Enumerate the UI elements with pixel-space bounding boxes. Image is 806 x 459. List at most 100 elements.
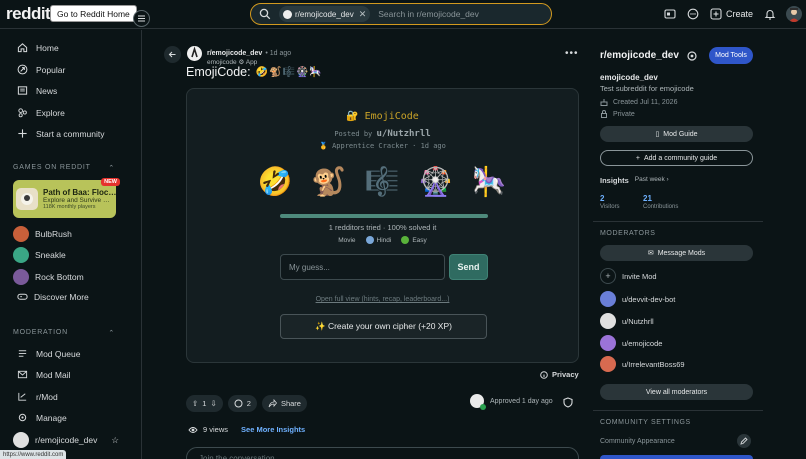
search-input[interactable]: Search in r/emojicode_dev — [378, 9, 479, 19]
mod-avatar — [600, 356, 616, 372]
views-row: 9 views See More Insights — [188, 425, 305, 434]
clue-emoji: 🎡 — [418, 166, 453, 197]
comments-button[interactable]: 2 — [227, 394, 257, 412]
post-title-text: EmojiCode: — [186, 65, 251, 79]
create-cipher-button[interactable]: ✨ Create your own cipher (+20 XP) — [280, 314, 487, 339]
nav-item-mod-queue[interactable]: Mod Queue — [17, 348, 80, 359]
feed-icon — [18, 392, 27, 401]
tag-row: Movie Hindi Easy — [187, 236, 578, 244]
visibility-label: Private — [613, 110, 635, 118]
message-mods-button[interactable]: ✉ Message Mods — [600, 245, 753, 261]
pencil-icon[interactable] — [737, 434, 751, 448]
user-avatar[interactable] — [786, 6, 802, 22]
collapse-sidebar-button[interactable] — [133, 10, 150, 27]
explore-icon — [18, 108, 27, 118]
mod-guide-button[interactable]: ▯ Mod Guide — [600, 126, 753, 142]
star-icon[interactable]: ☆ — [111, 435, 119, 446]
posted-by-user[interactable]: u/Nutzhrll — [376, 129, 430, 139]
mod-tools-button[interactable]: Mod Tools — [709, 47, 753, 64]
game-item-sneakle[interactable]: Sneakle — [13, 247, 66, 263]
game-title: Path of Baa: Floc… — [43, 187, 116, 197]
nav-item-news[interactable]: News — [17, 85, 57, 96]
add-community-guide-button[interactable]: + Add a community guide — [600, 150, 753, 166]
shield-icon[interactable] — [563, 394, 575, 410]
book-icon: ▯ — [655, 131, 660, 138]
clue-emoji: 🎠 — [471, 166, 507, 197]
moderator-item[interactable]: u/emojicode — [600, 335, 662, 351]
games-section-header[interactable]: GAMES ON REDDIT ⌃ — [13, 164, 115, 172]
queue-icon — [18, 350, 27, 357]
nav-item-manage[interactable]: Manage — [17, 412, 67, 423]
post-subreddit[interactable]: r/emojicode_dev — [207, 50, 262, 57]
mod-name: u/emojicode — [622, 338, 663, 348]
nav-item-subreddit[interactable]: r/emojicode_dev ☆ — [13, 432, 119, 448]
see-more-insights-link[interactable]: See More Insights — [241, 425, 305, 434]
moderator-item[interactable]: u/devvit-dev-bot — [600, 291, 675, 307]
sidebar-title[interactable]: r/emojicode_dev — [600, 50, 679, 61]
guess-input[interactable]: My guess... — [280, 254, 445, 280]
visitors-label: Visitors — [600, 203, 620, 210]
nav-item-r-mod[interactable]: r/Mod — [17, 391, 58, 402]
open-full-view-link[interactable]: Open full view (hints, recap, leaderboar… — [187, 296, 578, 303]
clue-emoji: 🐒 — [311, 166, 346, 197]
view-all-moderators-button[interactable]: View all moderators — [600, 384, 753, 400]
community-name: emojicode_dev — [600, 73, 658, 82]
nav-label: Explore — [36, 107, 65, 118]
create-button[interactable]: Create — [710, 8, 753, 20]
settings-button-partial[interactable] — [600, 455, 753, 459]
new-badge: NEW — [101, 178, 120, 186]
close-icon[interactable]: ✕ — [359, 9, 367, 20]
more-options-icon[interactable]: ••• — [565, 48, 579, 59]
subreddit-avatar-icon — [283, 9, 292, 19]
moderation-section-header[interactable]: MODERATION ⌃ — [13, 329, 115, 337]
contributions-num: 21 — [643, 194, 652, 203]
divider — [593, 221, 763, 222]
nav-item-explore[interactable]: Explore — [17, 107, 65, 118]
invite-mod-button[interactable]: + Invite Mod — [600, 268, 657, 284]
back-button[interactable] — [164, 46, 181, 63]
subreddit-avatar-icon[interactable] — [187, 46, 202, 61]
insights-period[interactable]: Past week › — [635, 176, 669, 185]
comment-input[interactable]: Join the conversation — [186, 447, 579, 459]
clue-emoji: 🤣 — [257, 166, 293, 197]
nav-item-home[interactable]: Home — [17, 42, 59, 53]
plus-icon: + — [600, 268, 616, 284]
featured-game-card[interactable]: Path of Baa: Floc… Explore and Survive …… — [13, 178, 120, 218]
privacy-link[interactable]: Privacy — [540, 370, 579, 379]
ads-icon[interactable] — [664, 8, 677, 21]
community-description: Test subreddit for emojicode — [600, 84, 694, 93]
game-item-discover-more[interactable]: Discover More — [17, 291, 89, 302]
search-bar[interactable]: r/emojicode_dev ✕ Search in r/emojicode_… — [250, 3, 552, 25]
send-button[interactable]: Send — [449, 254, 488, 280]
comment-count: 2 — [246, 398, 251, 408]
contributions-label: Contributions — [643, 203, 679, 210]
nav-label: Manage — [36, 412, 67, 423]
gamepad-icon — [17, 293, 28, 300]
bell-icon[interactable] — [763, 8, 776, 21]
nav-item-mod-mail[interactable]: Mod Mail — [17, 369, 70, 380]
upvote-icon[interactable]: ⇧ — [192, 399, 198, 408]
gear-icon[interactable] — [686, 50, 698, 62]
share-icon — [268, 398, 277, 407]
lock-icon — [601, 110, 607, 118]
game-subtitle: Explore and Survive … — [43, 196, 110, 204]
downvote-icon[interactable]: ⇩ — [210, 399, 216, 408]
nav-item-start-community[interactable]: Start a community — [17, 128, 105, 139]
mail-icon: ✉ — [647, 250, 654, 257]
chat-icon[interactable] — [687, 8, 700, 21]
nav-item-popular[interactable]: Popular — [17, 64, 65, 75]
mail-icon — [17, 370, 28, 379]
home-tooltip: Go to Reddit Home — [50, 5, 137, 22]
moderator-item[interactable]: u/IrrelevantBoss69 — [600, 356, 685, 372]
share-button[interactable]: Share — [261, 394, 307, 412]
add-guide-label: Add a community guide — [643, 154, 718, 162]
game-thumbnail — [16, 188, 38, 210]
search-scope-chip[interactable]: r/emojicode_dev ✕ — [279, 6, 371, 22]
approved-label: Approved 1 day ago — [490, 397, 553, 405]
card-rank: 🥇 Apprentice Cracker · 1d ago — [319, 142, 446, 150]
moderator-item[interactable]: u/Nutzhrll — [600, 313, 654, 329]
game-item-rock-bottom[interactable]: Rock Bottom — [13, 269, 84, 285]
game-item-bulbrush[interactable]: BulbRush — [13, 226, 72, 242]
reddit-logo[interactable]: reddit — [6, 4, 51, 24]
mod-avatar — [600, 313, 616, 329]
